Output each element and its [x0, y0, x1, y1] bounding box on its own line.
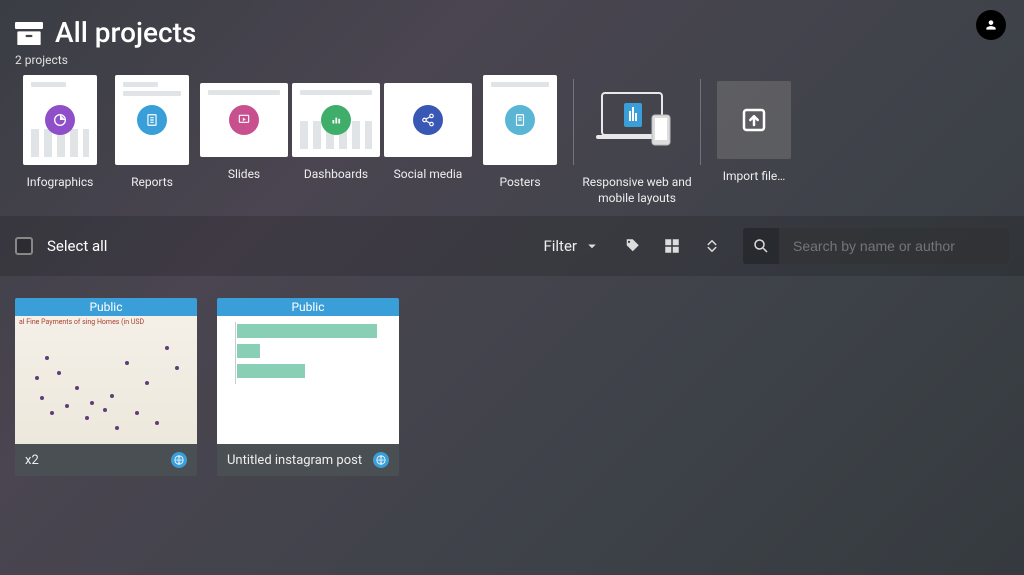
search-wrap [743, 228, 1009, 264]
sort-icon [703, 237, 721, 255]
search-button[interactable] [743, 228, 779, 264]
template-posters[interactable]: Posters [475, 75, 565, 191]
project-title: x2 [25, 453, 171, 468]
map-banner-text: al Fine Payments of sing Homes (in USD [15, 316, 197, 328]
project-footer: Untitled instagram post [217, 444, 399, 476]
project-footer: x2 [15, 444, 197, 476]
project-preview [217, 316, 399, 444]
projects-grid: Public al Fine Payments of sing Homes (i… [0, 276, 1024, 498]
template-label: Import file… [723, 169, 786, 185]
project-title: Untitled instagram post [227, 453, 373, 468]
template-slides[interactable]: Slides [199, 75, 289, 183]
chevron-down-icon [583, 237, 601, 255]
project-preview: al Fine Payments of sing Homes (in USD [15, 316, 197, 444]
template-label: Social media [394, 167, 463, 183]
project-source-icon[interactable] [171, 452, 187, 468]
template-row: Infographics Reports Slides Dashboards [0, 75, 1024, 206]
user-avatar[interactable] [976, 10, 1006, 40]
sort-button[interactable] [703, 237, 721, 255]
template-reports[interactable]: Reports [107, 75, 197, 191]
template-responsive[interactable]: Responsive web and mobile layouts [582, 75, 692, 206]
search-icon [752, 237, 770, 255]
template-label: Slides [228, 167, 260, 183]
template-infographics[interactable]: Infographics [15, 75, 105, 191]
page-title: All projects [55, 16, 196, 49]
import-icon [739, 105, 769, 135]
page-header: All projects [0, 0, 1024, 53]
template-divider [700, 79, 701, 165]
project-count: 2 projects [0, 53, 1024, 75]
project-source-icon[interactable] [373, 452, 389, 468]
template-import[interactable]: Import file… [709, 75, 799, 185]
visibility-badge: Public [217, 298, 399, 316]
template-dashboards[interactable]: Dashboards [291, 75, 381, 183]
template-label: Responsive web and mobile layouts [582, 175, 692, 206]
visibility-badge: Public [15, 298, 197, 316]
filter-button[interactable]: Filter [543, 237, 601, 255]
toolbar: Select all Filter [0, 216, 1024, 276]
template-divider [573, 79, 574, 165]
tag-icon [623, 237, 641, 255]
grid-icon [663, 237, 681, 255]
tag-button[interactable] [623, 237, 641, 255]
search-input[interactable] [779, 228, 1009, 264]
grid-view-button[interactable] [663, 237, 681, 255]
template-label: Reports [131, 175, 173, 191]
template-label: Posters [499, 175, 540, 191]
archive-icon [15, 22, 43, 44]
devices-icon [594, 87, 680, 153]
select-all-checkbox[interactable] [15, 237, 33, 255]
select-all-label[interactable]: Select all [47, 237, 107, 255]
project-card[interactable]: Public al Fine Payments of sing Homes (i… [15, 298, 197, 476]
project-card[interactable]: Public Untitled instagram post [217, 298, 399, 476]
template-label: Dashboards [304, 167, 368, 183]
template-social-media[interactable]: Social media [383, 75, 473, 183]
template-label: Infographics [27, 175, 94, 191]
